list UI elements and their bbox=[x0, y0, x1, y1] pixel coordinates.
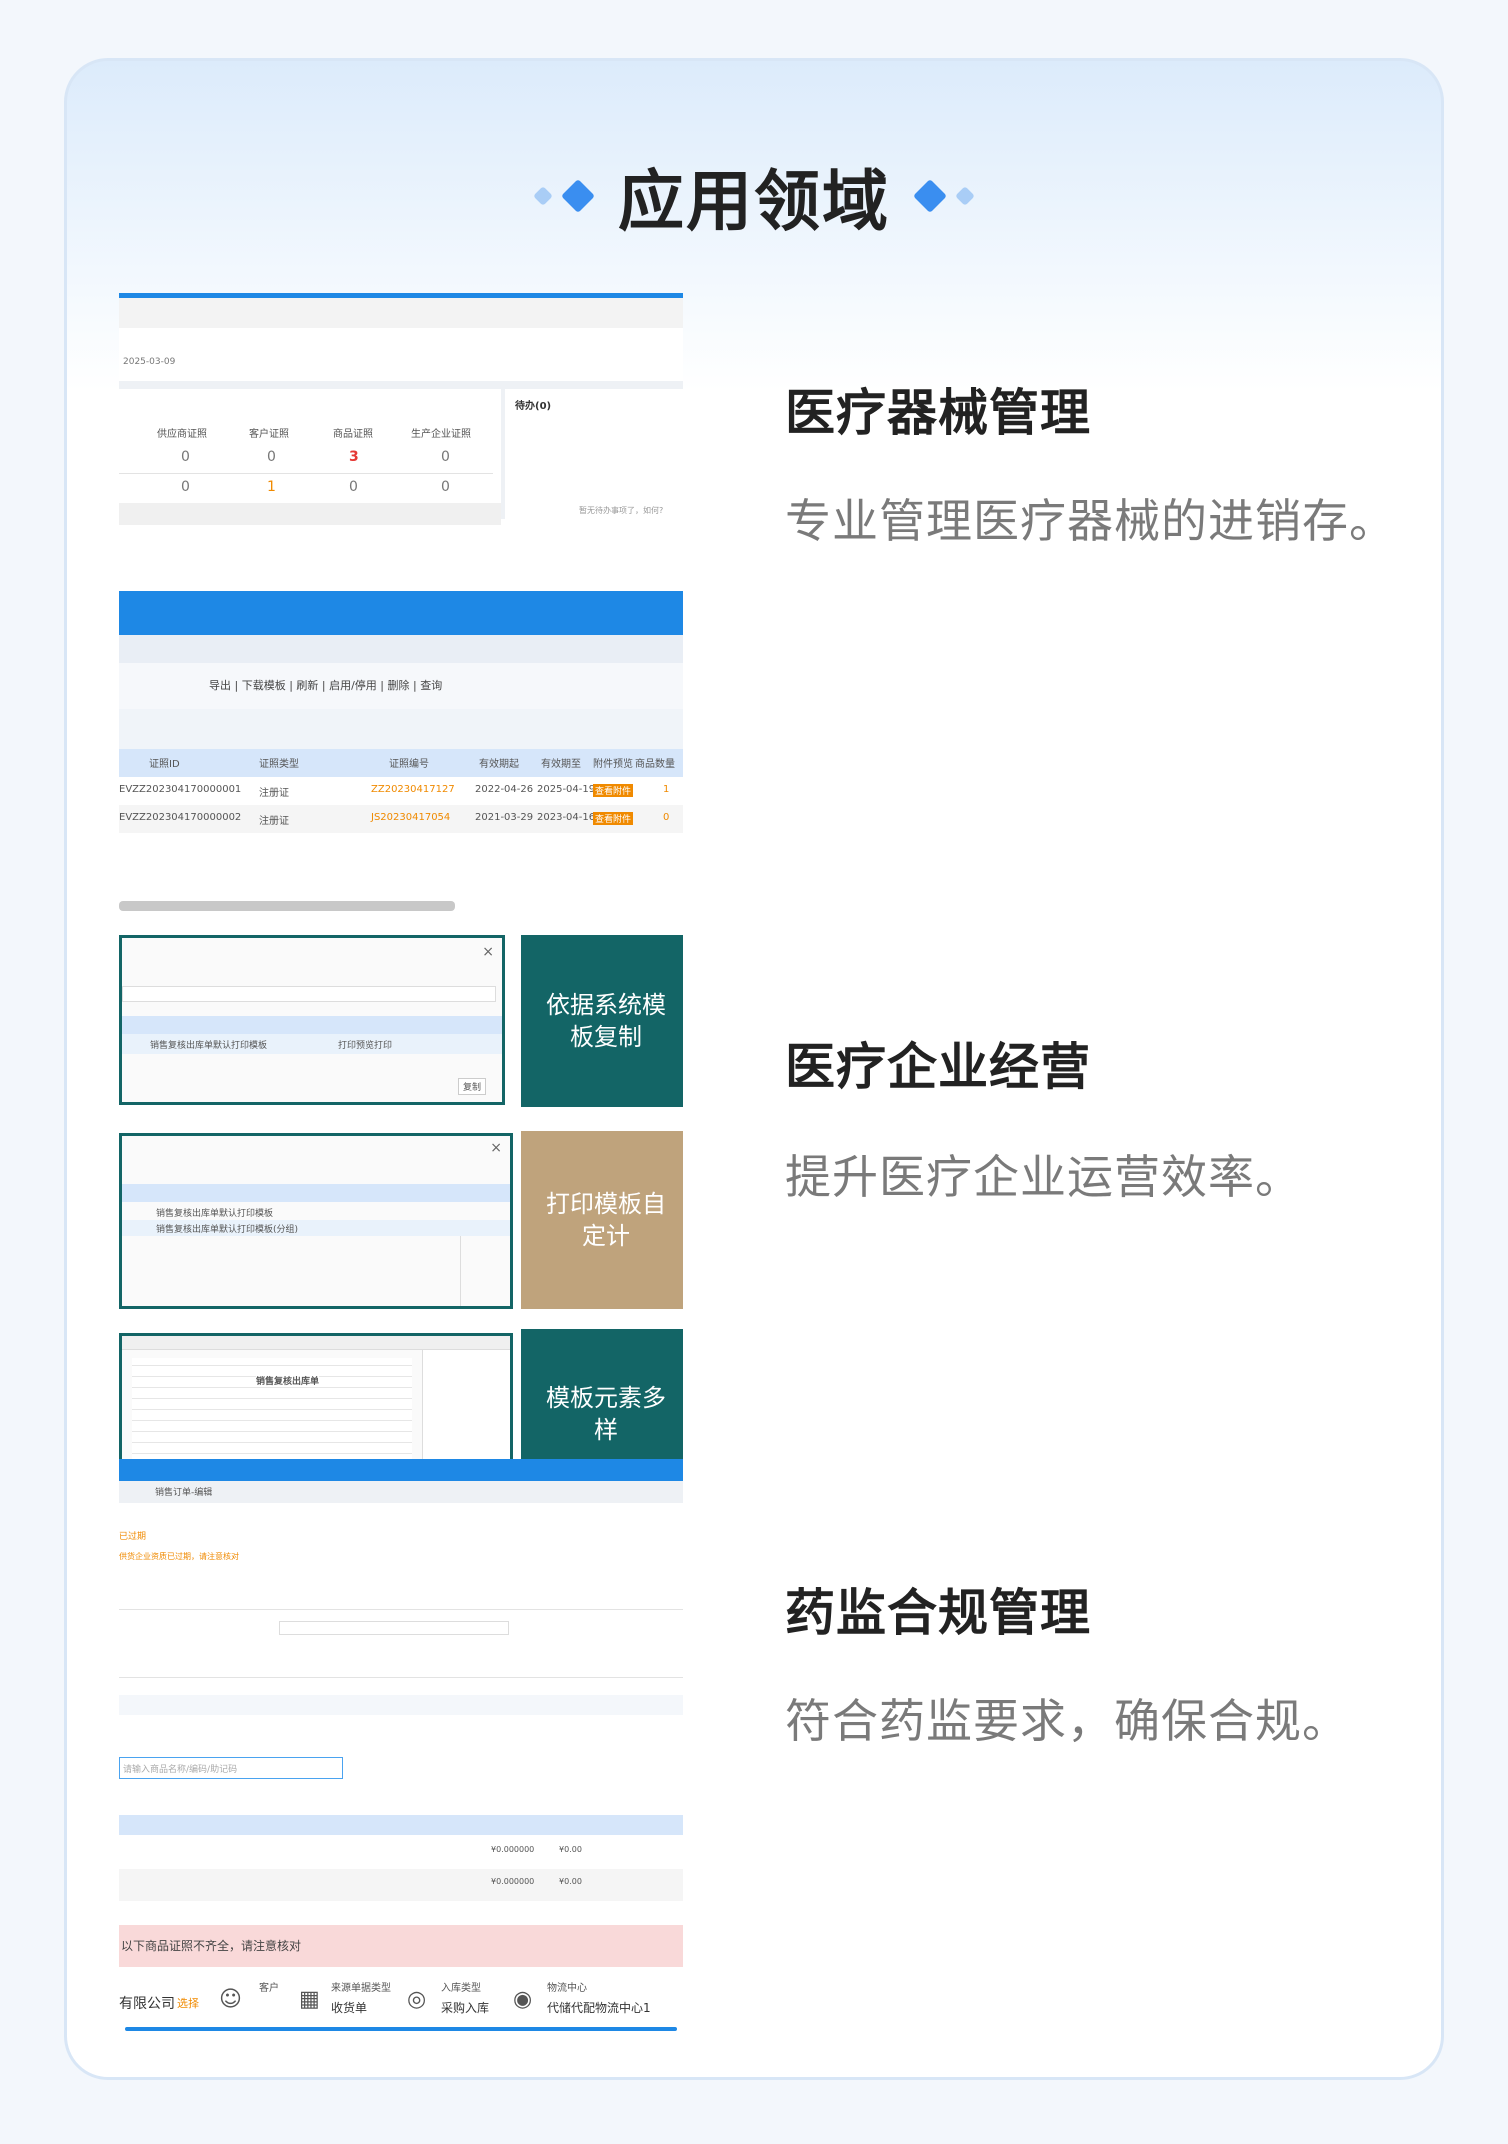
feature-tile-copy: 依据系统模板复制 bbox=[521, 935, 683, 1107]
logistics-value: 代储代配物流中心1 bbox=[547, 2001, 651, 2015]
diamond-icon bbox=[533, 186, 553, 206]
template-dialog: × 销售复核出库单默认打印模板 销售复核出库单默认打印模板(分组) bbox=[119, 1133, 513, 1309]
template-dialog: × 销售复核出库单默认打印模板 打印预览打印 复制 bbox=[119, 935, 505, 1105]
header-cell: 供应商证照 bbox=[157, 429, 207, 440]
screenshot-dashboard: 2025-03-09 待办(0) 供应商证照 客户证照 商品证照 生产企业证照 … bbox=[119, 293, 683, 525]
screenshot-license-table: 导出 | 下载模板 | 刷新 | 启用/停用 | 删除 | 查询 证照ID 证照… bbox=[119, 591, 683, 915]
template-name: 销售复核出库单默认打印模板(分组) bbox=[156, 1225, 299, 1235]
dashboard-date: 2025-03-09 bbox=[123, 357, 176, 367]
diamond-icon bbox=[955, 186, 975, 206]
header-cell: 证照ID bbox=[149, 759, 180, 770]
template-name: 销售复核出库单默认打印模板 bbox=[156, 1209, 274, 1219]
tile-label: 依据系统模板复制 bbox=[546, 991, 666, 1051]
todo-label: 待办(0) bbox=[515, 401, 552, 412]
feature-desc-devices: 专业管理医疗器械的进销存。 bbox=[785, 494, 1396, 548]
feature-title-operations: 医疗企业经营 bbox=[785, 1038, 1091, 1096]
count-cell: 0 bbox=[267, 449, 276, 465]
count-cell: 0 bbox=[441, 479, 450, 495]
diamond-icon bbox=[913, 179, 947, 213]
template-name: 销售复核出库单默认打印模板 bbox=[150, 1041, 268, 1051]
close-icon[interactable]: × bbox=[490, 1140, 502, 1156]
page-title: 应用领域 bbox=[618, 163, 890, 240]
feature-desc-compliance: 符合药监要求，确保合规。 bbox=[785, 1694, 1349, 1748]
count-cell: 0 bbox=[181, 449, 190, 465]
grid-icon: ▦ bbox=[299, 1987, 320, 2012]
feature-desc-operations: 提升医疗企业运营效率。 bbox=[785, 1150, 1302, 1204]
header-cell: 生产企业证照 bbox=[411, 429, 471, 440]
product-search-input[interactable]: 请输入商品名称/编码/助记码 bbox=[123, 1762, 237, 1775]
logistics-icon: ◉ bbox=[513, 1987, 533, 2012]
table-cell: 2021-03-29 bbox=[475, 812, 534, 823]
close-icon[interactable]: × bbox=[482, 944, 494, 960]
table-cell: 0 bbox=[663, 812, 670, 823]
table-row[interactable]: ¥0.000000 ¥0.00 bbox=[119, 1869, 683, 1901]
tile-label: 打印模板自定计 bbox=[546, 1190, 666, 1250]
table-row[interactable]: EVZZ202304170000002 注册证 JS20230417054 20… bbox=[119, 805, 683, 833]
count-cell: 0 bbox=[349, 479, 358, 495]
header-cell: 客户证照 bbox=[249, 429, 289, 440]
header-cell: 证照编号 bbox=[389, 759, 429, 770]
table-cell: ¥0.000000 bbox=[491, 1845, 535, 1854]
section-header: 应用领域 bbox=[67, 141, 1441, 251]
todo-note: 暂无待办事项了，如何? bbox=[579, 506, 664, 515]
table-cell: 注册证 bbox=[259, 816, 289, 827]
qualification-hint: 供货企业资质已过期，请注意核对 bbox=[119, 1552, 239, 1561]
copy-button[interactable]: 复制 bbox=[458, 1078, 487, 1095]
screenshot-sales-order: 销售订单-编辑 已过期 供货企业资质已过期，请注意核对 请输入商品名称/编码/助… bbox=[119, 1459, 683, 2031]
table-cell: ZZ20230417127 bbox=[371, 784, 455, 795]
source-label: 来源单据类型 bbox=[331, 1983, 391, 1994]
table-cell: 2022-04-26 bbox=[475, 784, 534, 795]
stamp-icon: ◎ bbox=[407, 1987, 427, 2012]
toolbar: 导出 | 下载模板 | 刷新 | 启用/停用 | 删除 | 查询 bbox=[209, 679, 443, 692]
customer-icon: ☺ bbox=[219, 1987, 242, 2012]
count-cell: 3 bbox=[349, 449, 359, 465]
header-cell: 商品数量 bbox=[635, 759, 675, 770]
print-mode: 打印预览打印 bbox=[338, 1041, 393, 1051]
table-cell: EVZZ202304170000002 bbox=[119, 812, 242, 823]
table-cell: 1 bbox=[663, 784, 670, 795]
table-cell: ¥0.00 bbox=[559, 1845, 582, 1854]
feature-tile-custom: 打印模板自定计 bbox=[521, 1131, 683, 1309]
horizontal-scrollbar[interactable] bbox=[119, 901, 455, 911]
in-type-label: 入库类型 bbox=[441, 1983, 481, 1994]
status-badge: 已过期 bbox=[119, 1532, 147, 1542]
sheet-title: 销售复核出库单 bbox=[256, 1374, 320, 1387]
header-cell: 有效期起 bbox=[479, 759, 519, 770]
table-cell: 查看附件 bbox=[593, 784, 634, 797]
count-cell: 0 bbox=[441, 449, 450, 465]
count-cell: 1 bbox=[267, 479, 276, 495]
tab-sales-order[interactable]: 销售订单-编辑 bbox=[155, 1485, 212, 1498]
table-cell: ¥0.000000 bbox=[491, 1877, 535, 1886]
diamond-icon bbox=[561, 179, 595, 213]
tile-label: 模板元素多样 bbox=[546, 1384, 666, 1444]
count-cell: 0 bbox=[181, 479, 190, 495]
table-cell: 2023-04-16 bbox=[537, 812, 596, 823]
header-cell: 有效期至 bbox=[541, 759, 581, 770]
table-row[interactable]: ¥0.000000 ¥0.00 bbox=[119, 1837, 683, 1869]
header-cell: 商品证照 bbox=[333, 429, 373, 440]
table-cell: JS20230417054 bbox=[371, 812, 451, 823]
header-cell: 证照类型 bbox=[259, 759, 299, 770]
table-cell: 2025-04-19 bbox=[537, 784, 596, 795]
in-type-value: 采购入库 bbox=[441, 2001, 490, 2015]
select-link[interactable]: 选择 bbox=[177, 1995, 199, 2011]
logistics-label: 物流中心 bbox=[547, 1983, 587, 1994]
application-card: 应用领域 2025-03-09 待办(0) 供应商证照 客户证照 商品证照 生产… bbox=[64, 58, 1444, 2080]
customer-label: 客户 bbox=[259, 1983, 279, 1994]
table-row[interactable]: EVZZ202304170000001 注册证 ZZ20230417127 20… bbox=[119, 777, 683, 805]
company-name: 有限公司 bbox=[119, 1996, 175, 2012]
source-value: 收货单 bbox=[331, 2001, 368, 2015]
screenshot-print-templates: × 销售复核出库单默认打印模板 打印预览打印 复制 依据系统模板复制 × 销售复… bbox=[119, 933, 683, 1499]
feature-title-compliance: 药监合规管理 bbox=[785, 1584, 1091, 1642]
feature-title-devices: 医疗器械管理 bbox=[785, 384, 1091, 442]
header-cell: 附件预览 bbox=[593, 759, 633, 770]
table-cell: ¥0.00 bbox=[559, 1877, 582, 1886]
table-cell: 注册证 bbox=[259, 788, 289, 799]
table-cell: 查看附件 bbox=[593, 812, 634, 825]
warning-banner: 以下商品证照不齐全，请注意核对 bbox=[119, 1925, 683, 1967]
warning-text: 以下商品证照不齐全，请注意核对 bbox=[121, 1939, 302, 1953]
table-cell: EVZZ202304170000001 bbox=[119, 784, 242, 795]
